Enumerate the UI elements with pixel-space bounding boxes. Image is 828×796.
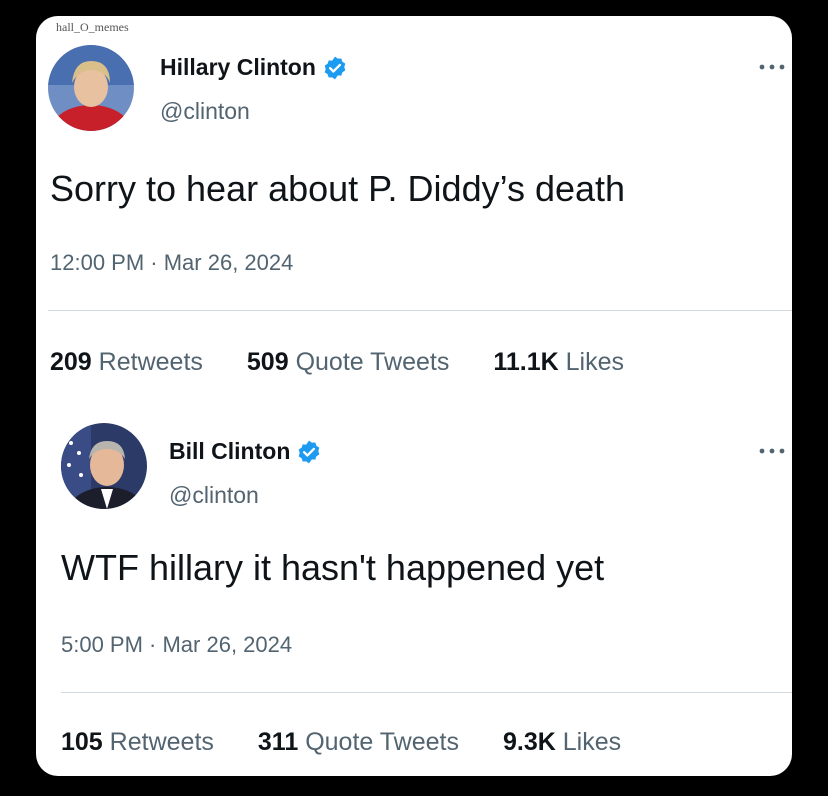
more-options-icon[interactable] (758, 62, 786, 72)
tweet-screenshot-card: hall_O_memes Hillary Clinton @clinton So… (36, 16, 792, 776)
quotes-count: 311 (257, 728, 299, 756)
tweet-timestamp[interactable]: 12:00 PM · Mar 26, 2024 (50, 250, 293, 276)
tweet: Hillary Clinton @clinton Sorry to hear a… (36, 16, 792, 396)
likes-count: 11.1K (493, 348, 559, 376)
quotes-count: 509 (246, 348, 289, 376)
retweets-label: Retweets (109, 728, 214, 756)
quotes-label: Quote Tweets (305, 728, 459, 756)
likes-stat[interactable]: 9.3K Likes (503, 728, 621, 757)
retweets-count: 209 (50, 348, 92, 376)
avatar-image (48, 45, 134, 131)
author-row: Bill Clinton (169, 438, 322, 465)
retweets-count: 105 (61, 728, 103, 756)
avatar[interactable] (61, 423, 147, 509)
likes-label: Likes (565, 348, 625, 376)
avatar-image (61, 423, 147, 509)
divider (61, 692, 792, 693)
retweets-stat[interactable]: 105 Retweets (61, 728, 214, 757)
verified-badge-icon (324, 56, 346, 79)
tweet: Bill Clinton @clinton WTF hillary it has… (36, 396, 792, 776)
tweet-stats: 209 Retweets 509 Quote Tweets 11.1K Like… (50, 348, 624, 377)
likes-label: Likes (562, 728, 622, 756)
retweets-stat[interactable]: 209 Retweets (50, 348, 203, 377)
author-handle[interactable]: @clinton (169, 482, 259, 509)
tweet-stats: 105 Retweets 311 Quote Tweets 9.3K Likes (61, 728, 621, 757)
more-options-icon[interactable] (758, 446, 786, 456)
quotes-label: Quote Tweets (295, 348, 450, 376)
likes-count: 9.3K (502, 728, 556, 756)
tweet-timestamp[interactable]: 5:00 PM · Mar 26, 2024 (61, 632, 292, 658)
tweet-text: Sorry to hear about P. Diddy’s death (50, 168, 626, 209)
author-handle[interactable]: @clinton (160, 98, 250, 125)
tweet-text: WTF hillary it hasn't happened yet (61, 547, 605, 588)
author-name[interactable]: Bill Clinton (169, 438, 290, 465)
quotes-stat[interactable]: 509 Quote Tweets (247, 348, 449, 377)
likes-stat[interactable]: 11.1K Likes (493, 348, 624, 377)
divider (48, 310, 792, 311)
author-row: Hillary Clinton (160, 54, 348, 81)
retweets-label: Retweets (98, 348, 203, 376)
quotes-stat[interactable]: 311 Quote Tweets (258, 728, 459, 757)
author-name[interactable]: Hillary Clinton (160, 54, 316, 81)
verified-badge-icon (299, 440, 320, 463)
avatar[interactable] (48, 45, 134, 131)
